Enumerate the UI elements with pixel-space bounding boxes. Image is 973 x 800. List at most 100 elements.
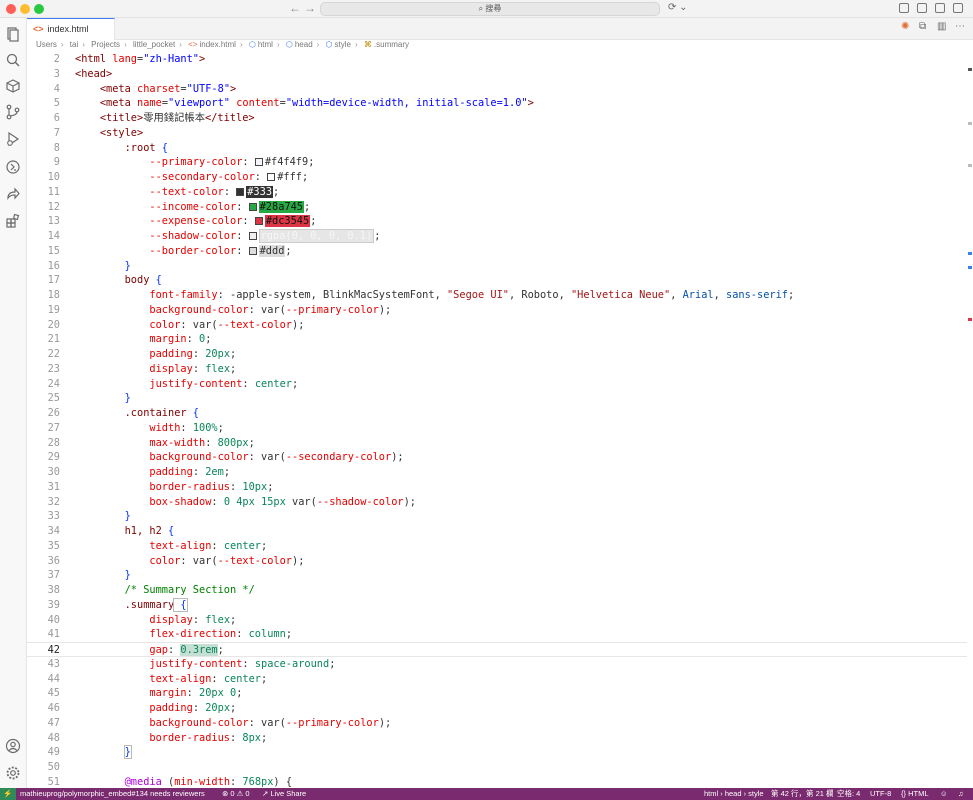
code-line: 31 border-radius: 10px;: [27, 480, 973, 495]
code-line: 45 margin: 20px 0;: [27, 686, 973, 701]
code-line: 11 --text-color: #333;: [27, 185, 973, 200]
line-number: 12: [47, 200, 60, 213]
code-line: 20 color: var(--text-color);: [27, 318, 973, 333]
code-editor[interactable]: 2 <html lang="zh-Hant"> 3 <head> 4 <meta c…: [27, 52, 973, 788]
tab-index-html[interactable]: <> index.html: [27, 18, 115, 40]
breadcrumb-item-style[interactable]: style: [335, 40, 351, 49]
explorer-icon[interactable]: [5, 26, 21, 42]
line-number: 6: [53, 112, 60, 124]
code-line: 27 width: 100%;: [27, 421, 973, 436]
forward-arrow-icon[interactable]: →: [304, 1, 316, 15]
color-swatch[interactable]: [248, 202, 257, 211]
code-line: 39 .summary {: [27, 597, 973, 613]
line-number: 32: [47, 495, 60, 508]
toggle-panel-icon[interactable]: [917, 3, 927, 13]
copilot-status-icon[interactable]: ☺: [940, 788, 948, 800]
line-number: 37: [47, 569, 60, 582]
code-line: 48 border-radius: 8px;: [27, 731, 973, 746]
maximize-window-button[interactable]: [34, 4, 44, 14]
minimize-window-button[interactable]: [20, 4, 30, 14]
color-swatch[interactable]: [254, 158, 263, 167]
package-icon[interactable]: [5, 78, 21, 94]
breadcrumb-item-projects[interactable]: Projects: [91, 40, 120, 49]
indentation-status[interactable]: 空格: 4: [837, 788, 860, 800]
breadcrumb-item-html[interactable]: html: [258, 40, 273, 49]
search-icon[interactable]: [5, 52, 21, 68]
overview-marker: [968, 68, 972, 71]
cursor-position[interactable]: 第 42 行，第 21 欄: [771, 788, 834, 800]
remote-explorer-icon[interactable]: [5, 159, 21, 175]
scrollbar-overview-ruler[interactable]: [967, 52, 973, 788]
source-control-icon[interactable]: [5, 104, 21, 120]
code-line: 15 --border-color: #ddd;: [27, 244, 973, 259]
code-line: 19 background-color: var(--primary-color…: [27, 303, 973, 318]
account-icon[interactable]: [5, 738, 21, 754]
run-debug-icon[interactable]: [5, 131, 21, 147]
copilot-sparkle-icon[interactable]: ✺: [901, 22, 911, 32]
toggle-primary-sidebar-icon[interactable]: [899, 3, 909, 13]
code-line: 46 padding: 20px;: [27, 701, 973, 716]
open-changes-icon[interactable]: ⧉: [919, 22, 929, 32]
symbol-style-icon: ⬡: [325, 40, 333, 49]
line-number: 2: [53, 53, 60, 65]
breadcrumb-item-little-pocket[interactable]: little_pocket: [133, 40, 175, 49]
editor-actions: ✺ ⧉ ▥ ⋯: [901, 22, 965, 32]
status-breadcrumb[interactable]: html › head › style: [704, 788, 764, 800]
extensions-icon[interactable]: [5, 213, 21, 229]
line-number: 46: [47, 702, 60, 714]
split-editor-icon[interactable]: ▥: [937, 22, 947, 32]
code-line: 25 }: [27, 391, 973, 406]
breadcrumb-item-head[interactable]: head: [295, 40, 313, 49]
line-number: 5: [53, 97, 60, 110]
color-swatch[interactable]: [236, 187, 245, 196]
line-number: 41: [47, 628, 60, 641]
line-number: 29: [47, 451, 60, 464]
activity-bar: [0, 18, 27, 788]
color-swatch[interactable]: [267, 173, 276, 181]
branch-status[interactable]: mathieuprog/polymorphic_embed#134 needs …: [20, 788, 205, 800]
toggle-secondary-sidebar-icon[interactable]: [935, 3, 945, 13]
title-bar: ← → ⌕ 搜尋 ⟳ ⌄: [0, 0, 973, 18]
code-line: 26 .container {: [27, 406, 973, 421]
live-share-status[interactable]: ↗ Live Share: [262, 788, 306, 800]
search-text: 搜尋: [485, 4, 502, 13]
command-center-search[interactable]: ⌕ 搜尋: [320, 2, 660, 16]
breadcrumb: Users › tai › Projects › little_pocket › <> i…: [27, 40, 973, 52]
color-swatch[interactable]: [248, 246, 257, 255]
line-number: 39: [47, 598, 60, 611]
line-number: 27: [47, 421, 60, 434]
copilot-icon[interactable]: ⟳ ⌄: [668, 2, 688, 13]
line-number: 13: [47, 215, 60, 228]
problems-status[interactable]: ⊗ 0 ⚠ 0: [222, 788, 250, 800]
more-actions-icon[interactable]: ⋯: [955, 22, 965, 32]
line-number: 31: [47, 480, 60, 493]
remote-indicator-icon[interactable]: ⚡: [0, 788, 16, 800]
editor-tab-bar: <> index.html ✺ ⧉ ▥ ⋯: [27, 18, 973, 40]
code-line: 35 text-align: center;: [27, 539, 973, 554]
breadcrumb-item-users[interactable]: Users: [36, 40, 57, 49]
color-swatch[interactable]: [248, 232, 257, 240]
code-line: 22 padding: 20px;: [27, 347, 973, 362]
line-number: 43: [47, 657, 60, 670]
settings-gear-icon[interactable]: [5, 765, 21, 781]
html-file-icon: <>: [33, 24, 44, 34]
breadcrumb-item-summary[interactable]: .summary: [374, 40, 409, 49]
back-arrow-icon[interactable]: ←: [289, 1, 301, 15]
notifications-bell-icon[interactable]: ♫: [958, 788, 964, 800]
breadcrumb-item-tai[interactable]: tai: [70, 40, 78, 49]
close-window-button[interactable]: [6, 4, 16, 14]
encoding-status[interactable]: UTF-8: [870, 788, 891, 800]
line-number: 16: [47, 259, 60, 272]
line-number: 25: [47, 392, 60, 405]
status-bar: ⚡ mathieuprog/polymorphic_embed#134 need…: [0, 788, 973, 800]
customize-layout-icon[interactable]: [953, 3, 963, 13]
code-line: 51 @media (min-width: 768px) {: [27, 775, 973, 788]
code-line: 8 :root {: [27, 141, 973, 156]
line-number: 8: [53, 141, 60, 154]
code-line: 44 text-align: center;: [27, 672, 973, 687]
live-share-icon[interactable]: [5, 186, 21, 202]
breadcrumb-item-index-html[interactable]: index.html: [199, 40, 235, 49]
color-swatch[interactable]: [254, 217, 263, 226]
language-mode-status[interactable]: {} HTML: [901, 788, 929, 800]
line-number: 38: [47, 584, 60, 596]
